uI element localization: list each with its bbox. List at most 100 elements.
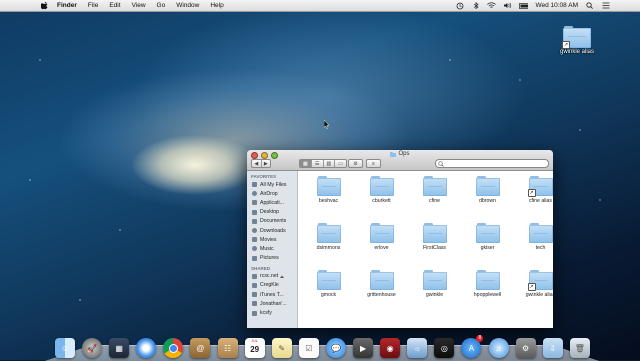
chrome-icon[interactable] <box>163 338 184 358</box>
reminders-icon[interactable]: ☑ <box>298 338 319 358</box>
sidebar-item-label: Applicati... <box>260 199 284 206</box>
search-input[interactable] <box>444 160 546 167</box>
folder-item[interactable]: gkiser <box>461 223 514 263</box>
folder-item[interactable]: ↗ gwinkle alias <box>514 270 553 310</box>
sidebar-item-applications[interactable]: Applicati... <box>247 198 297 207</box>
sidebar-item-label: Downloads <box>260 227 286 234</box>
folder-icon <box>316 176 341 196</box>
sidebar-item-movies[interactable]: Movies <box>247 235 297 244</box>
time-machine-icon[interactable] <box>455 2 464 10</box>
sidebar-item-label: Music <box>260 245 274 252</box>
spotlight-icon[interactable] <box>585 2 594 10</box>
icon-view-button[interactable]: ▦ <box>300 160 312 167</box>
menu-window[interactable]: Window <box>176 0 199 11</box>
arrange-menu-button[interactable]: ≡ <box>366 159 381 168</box>
folder-icon <box>369 223 394 243</box>
sidebar-item-pictures[interactable]: Pictures <box>247 254 297 263</box>
folder-item[interactable]: grittenhouse <box>355 270 408 310</box>
folder-label: dsimmons <box>316 245 341 251</box>
volume-icon[interactable] <box>503 2 512 10</box>
sidebar-item-label: Documents <box>260 218 287 225</box>
list-view-button[interactable]: ☰ <box>312 160 324 167</box>
facetime-icon[interactable]: ▶ <box>353 338 374 358</box>
folder-item[interactable]: dsimmons <box>302 223 355 263</box>
launchpad-icon[interactable]: 🚀 <box>82 338 103 358</box>
safari-icon[interactable]: ✦ <box>136 338 157 358</box>
folder-item[interactable]: ↗ cfine alias <box>514 176 553 216</box>
dvd-player-icon[interactable]: ◎ <box>434 338 455 358</box>
folder-icon <box>369 270 394 290</box>
view-mode-control: ▦ ☰ ▥ ▭ <box>299 159 347 168</box>
battery-icon[interactable] <box>519 2 529 10</box>
sidebar-item-shared-kcsfy[interactable]: kcsfy <box>247 308 297 317</box>
folder-icon <box>475 270 500 290</box>
desktop-alias-item[interactable]: ↗ gwinkle alias <box>555 26 599 55</box>
address-book-icon[interactable]: ☷ <box>217 338 238 358</box>
sidebar-item-shared-itunes[interactable]: iTunes T... <box>247 290 297 299</box>
menu-go[interactable]: Go <box>157 0 166 11</box>
folder-item[interactable]: hpopplewell <box>461 270 514 310</box>
calendar-icon[interactable]: JUL 29 <box>244 338 265 358</box>
folder-item[interactable]: erlove <box>355 223 408 263</box>
iphoto-icon[interactable]: ☼ <box>407 338 428 358</box>
sidebar-item-label: Desktop <box>260 209 280 216</box>
back-button[interactable]: ◀ <box>252 160 262 167</box>
mission-control-icon[interactable]: ▦ <box>109 338 130 358</box>
menu-finder[interactable]: Finder <box>57 0 77 11</box>
computer-icon <box>252 310 257 316</box>
folder-icon <box>475 176 500 196</box>
folder-item[interactable]: tech <box>514 223 553 263</box>
folder-content-area: beshvac cburkett cfine dbrown ↗ cfine alias ds… <box>298 171 553 328</box>
sidebar-item-music[interactable]: Music <box>247 244 297 253</box>
sidebar-item-documents[interactable]: Documents <box>247 217 297 226</box>
menu-help[interactable]: Help <box>210 0 223 11</box>
sidebar-item-shared-server[interactable]: rcsc.net ⏏ <box>247 272 297 281</box>
folder-item[interactable]: beshvac <box>302 176 355 216</box>
itunes-icon[interactable]: ♫ <box>488 338 509 358</box>
sidebar-item-desktop[interactable]: Desktop <box>247 208 297 217</box>
forward-button[interactable]: ▶ <box>262 160 271 167</box>
notification-center-icon[interactable] <box>601 2 610 10</box>
apple-menu-icon[interactable] <box>41 1 48 10</box>
contacts-icon[interactable]: @ <box>190 338 211 358</box>
folder-item[interactable]: cburkett <box>355 176 408 216</box>
folder-item[interactable]: gwinkle <box>408 270 461 310</box>
sidebar-item-downloads[interactable]: Downloads <box>247 226 297 235</box>
sidebar-item-shared-jonathan[interactable]: Jonathan'... <box>247 299 297 308</box>
menu-view[interactable]: View <box>132 0 146 11</box>
alias-arrow-icon: ↗ <box>562 41 570 49</box>
alias-arrow-icon: ↗ <box>527 189 536 197</box>
photo-booth-icon[interactable]: ◉ <box>380 338 401 358</box>
sidebar-item-all-my-files[interactable]: All My Files <box>247 180 297 189</box>
menu-edit[interactable]: Edit <box>109 0 120 11</box>
app-store-icon[interactable]: A8 <box>461 335 484 358</box>
sidebar-item-label: rcsc.net <box>260 273 279 280</box>
folder-item[interactable]: FirstClass <box>408 223 461 263</box>
sidebar-item-label: Jonathan'... <box>260 300 287 307</box>
cover-flow-button[interactable]: ▭ <box>335 160 346 167</box>
messages-icon[interactable]: 💬 <box>325 338 346 358</box>
search-field[interactable] <box>435 159 549 168</box>
folder-item[interactable]: cfine <box>408 176 461 216</box>
notes-icon[interactable]: ✎ <box>271 338 292 358</box>
action-menu-button[interactable]: ⚙ <box>348 159 363 168</box>
folder-item[interactable]: dbrown <box>461 176 514 216</box>
menu-file[interactable]: File <box>88 0 98 11</box>
finder-icon[interactable]: ☺ <box>55 338 75 358</box>
sidebar-item-shared-computer[interactable]: CregKle <box>247 281 297 290</box>
wifi-icon[interactable] <box>487 2 497 10</box>
menubar-clock[interactable]: Wed 10:08 AM <box>535 2 578 9</box>
menu-bar: Finder File Edit View Go Window Help Wed… <box>0 0 640 12</box>
column-view-button[interactable]: ▥ <box>324 160 336 167</box>
system-preferences-icon[interactable]: ⚙ <box>515 338 536 358</box>
eject-icon[interactable]: ⏏ <box>280 274 284 279</box>
folder-item[interactable]: gmock <box>302 270 355 310</box>
folder-icon <box>422 270 447 290</box>
sidebar-item-label: Movies <box>260 236 277 243</box>
trash-icon[interactable]: 🗑 <box>569 338 590 358</box>
sidebar-item-airdrop[interactable]: AirDrop <box>247 189 297 198</box>
downloads-stack-icon[interactable]: ⇩ <box>542 338 563 358</box>
movies-icon <box>252 237 257 243</box>
bluetooth-icon[interactable] <box>471 1 480 10</box>
all-files-icon <box>252 182 257 188</box>
